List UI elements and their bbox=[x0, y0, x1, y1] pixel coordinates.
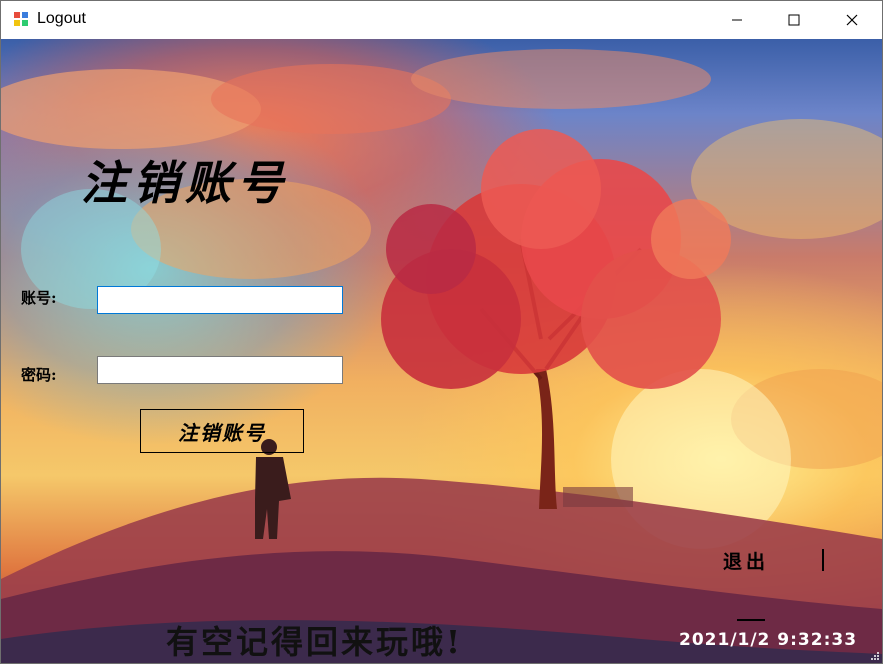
title-bar[interactable]: Logout bbox=[1, 1, 882, 39]
minimize-icon bbox=[732, 19, 742, 21]
farewell-message: 有空记得回来玩哦! bbox=[166, 623, 464, 661]
password-input[interactable] bbox=[97, 356, 343, 384]
window-title: Logout bbox=[37, 10, 86, 27]
exit-button[interactable]: 退出 bbox=[723, 547, 769, 574]
dash-mark bbox=[737, 619, 765, 621]
text-caret-mark bbox=[822, 549, 824, 571]
account-label: 账号: bbox=[21, 289, 57, 307]
password-label: 密码: bbox=[21, 366, 57, 384]
form-client-area: 注销账号 账号: 密码: 注销账号 退出 有空记得回来玩哦! 2021/1/2 … bbox=[1, 39, 882, 663]
cancel-account-button[interactable]: 注销账号 bbox=[140, 409, 304, 453]
page-heading: 注销账号 bbox=[81, 156, 289, 210]
account-input[interactable] bbox=[97, 286, 343, 314]
maximize-button[interactable] bbox=[765, 1, 823, 39]
close-icon bbox=[846, 14, 858, 26]
resize-grip-icon[interactable] bbox=[870, 651, 880, 661]
minimize-button[interactable] bbox=[708, 1, 766, 39]
datetime-display: 2021/1/2 9:32:33 bbox=[679, 630, 858, 650]
logout-window: Logout 注销账号 账号: 密码: 注销账号 退出 有空记得回来玩哦! 20… bbox=[0, 0, 883, 664]
maximize-icon bbox=[788, 14, 800, 26]
close-button[interactable] bbox=[823, 1, 881, 39]
app-window-icon bbox=[14, 12, 28, 26]
